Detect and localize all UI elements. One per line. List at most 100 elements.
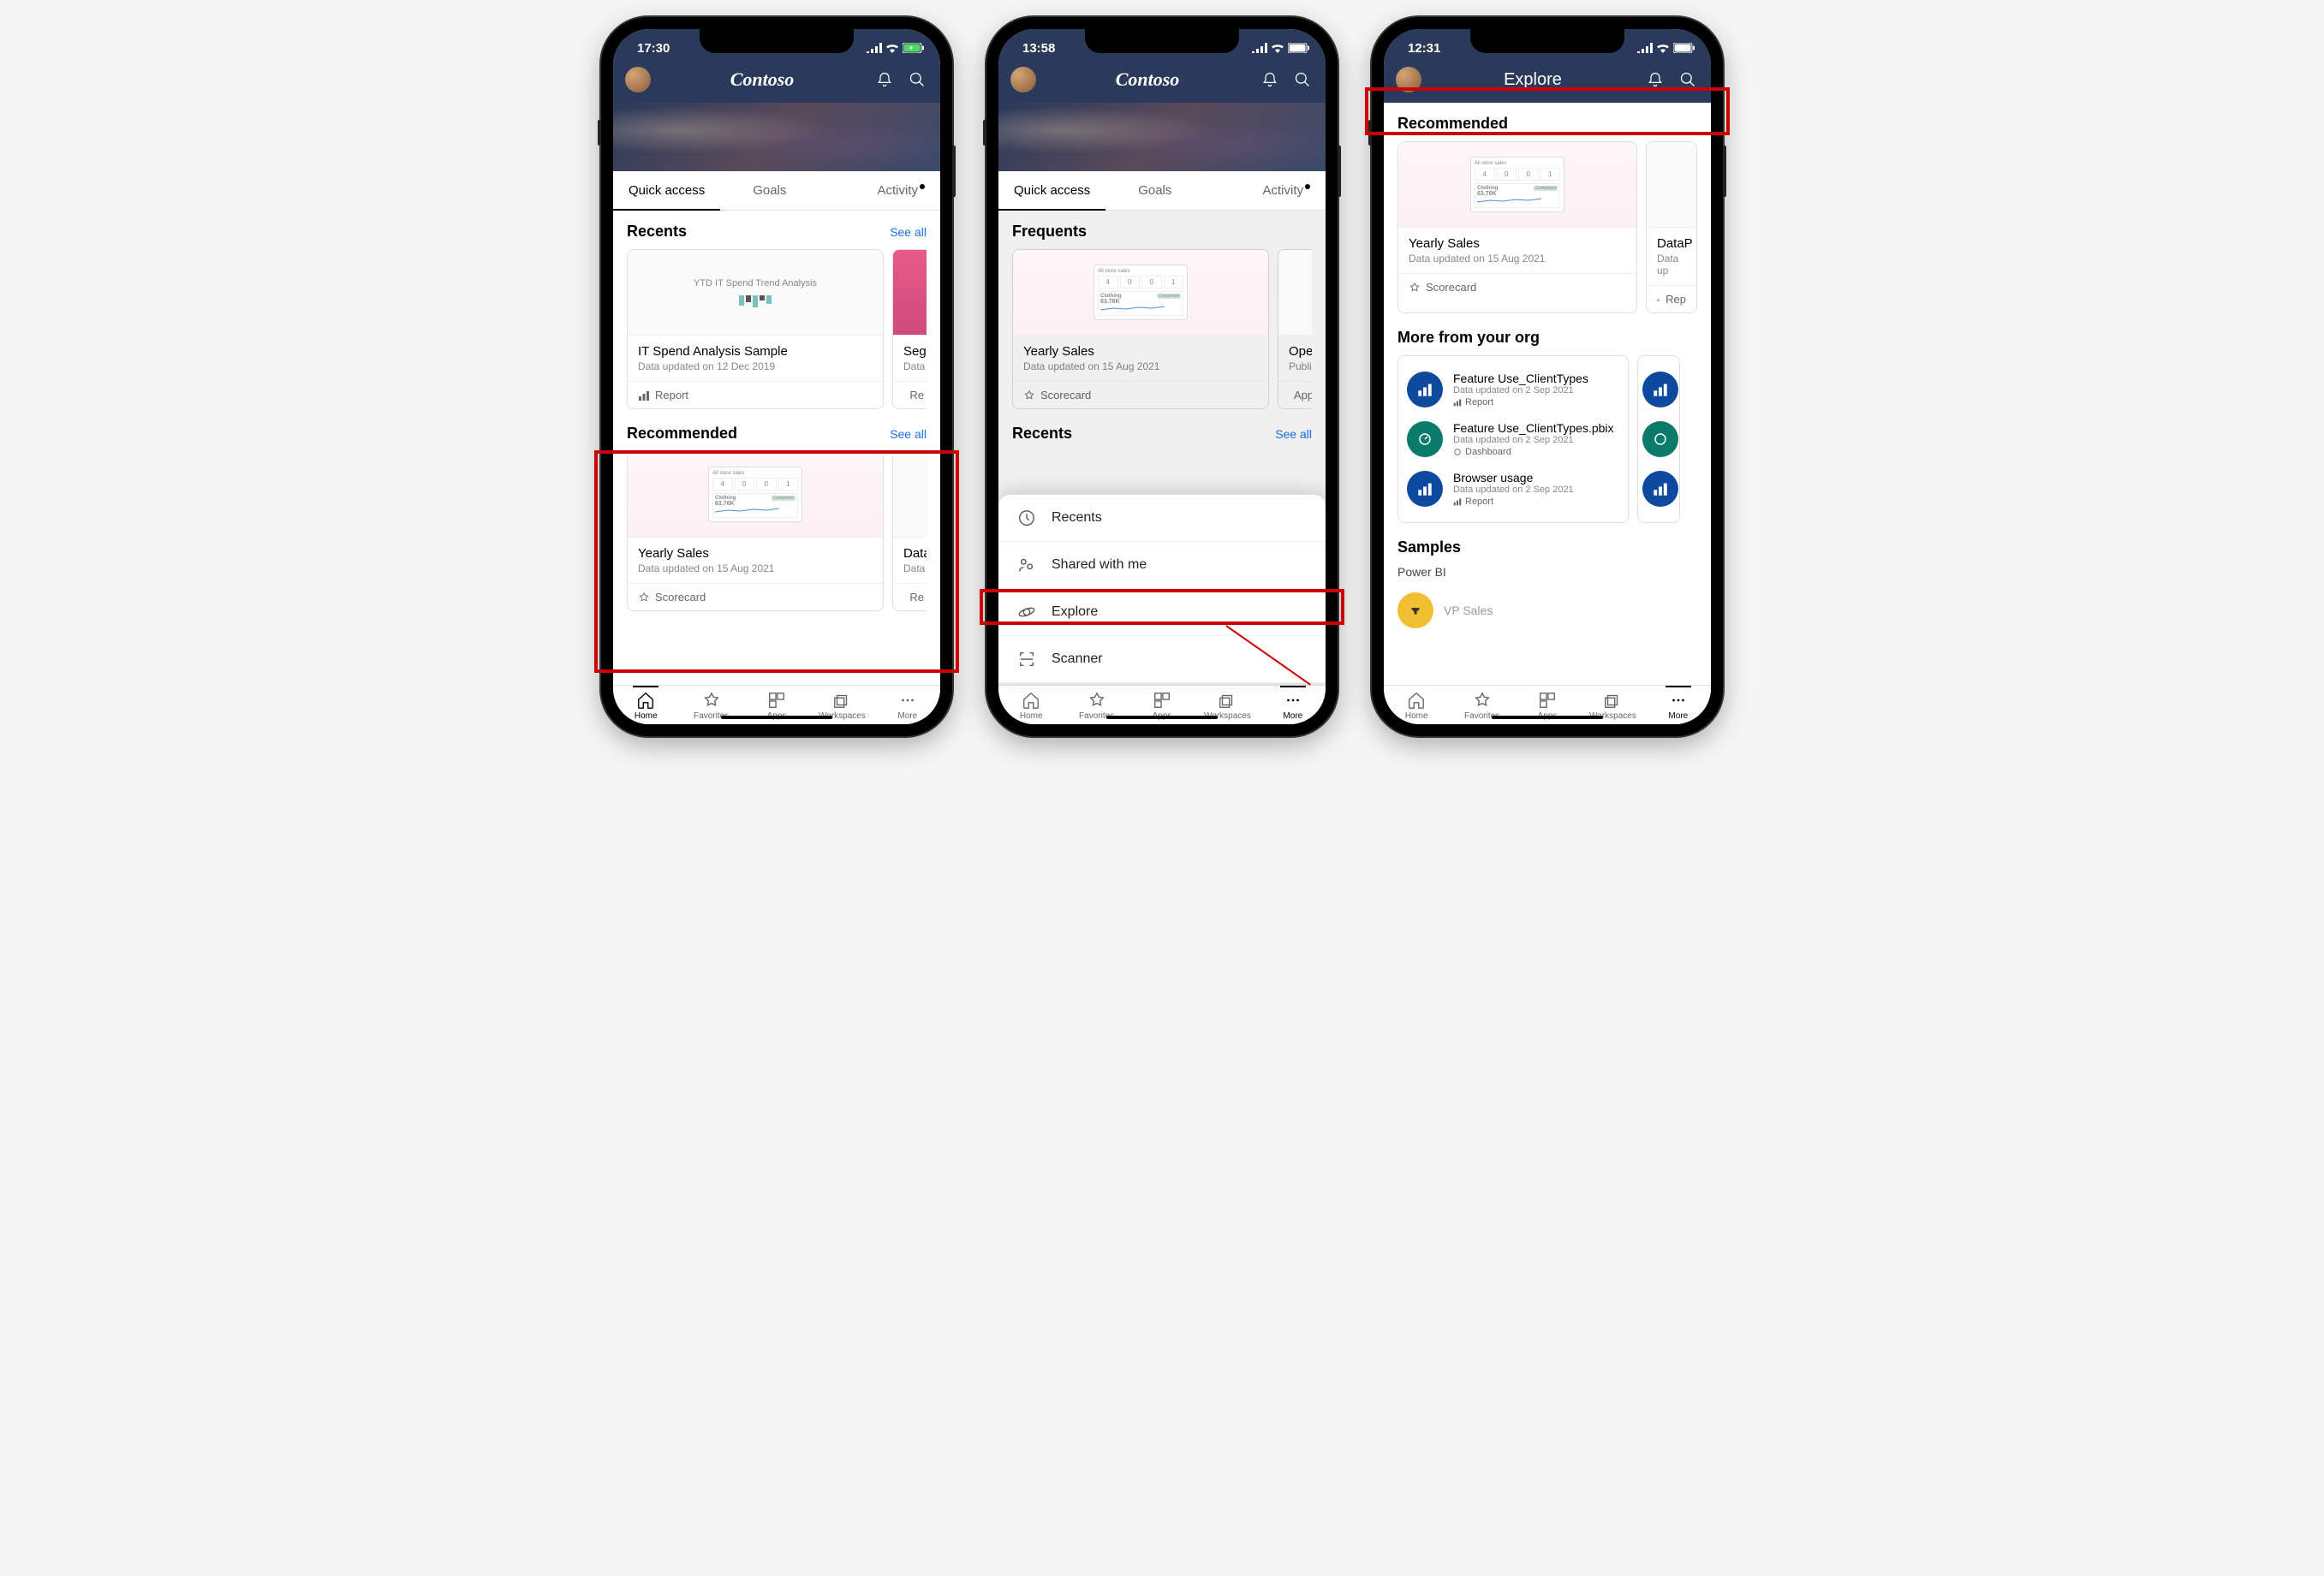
see-all-link[interactable]: See all [1275,427,1312,441]
nav-home[interactable]: Home [613,691,678,721]
org-item[interactable] [1642,365,1675,414]
content-area: Recents See all YTD IT Spend Trend Analy… [613,211,940,685]
status-icons [1637,43,1695,53]
org-item[interactable]: Browser usage Data updated on 2 Sep 2021… [1407,464,1619,514]
recommended-card[interactable]: All store sales 4 0 0 1 ClothingComplete… [1397,141,1637,313]
status-time: 17:30 [637,41,670,56]
section-title: Recents [1012,425,1072,443]
card-subtitle: Data up [1657,253,1686,277]
frequent-card[interactable]: Opera Publish App [1278,249,1312,409]
item-subtitle: Data updated on 2 Sep 2021 [1453,385,1619,395]
avatar[interactable] [625,67,651,92]
dashboard-badge-icon [1407,421,1443,457]
signal-icon [1252,43,1267,53]
recommended-card[interactable]: Data Data Re [892,451,927,611]
card-subtitle: Data updated on 12 Dec 2019 [638,360,873,372]
org-item[interactable]: Feature Use_ClientTypes Data updated on … [1407,365,1619,414]
section-frequents: Frequents All store sales 4 0 0 1 [998,211,1326,413]
frequent-card[interactable]: All store sales 4 0 0 1 ClothingComplete… [1012,249,1269,409]
signal-icon [867,43,882,53]
section-recents: Recents See all YTD IT Spend Trend Analy… [613,211,940,413]
apps-icon [767,691,786,710]
section-recommended: Recommended All store sales 4 0 0 1 [1384,103,1711,317]
section-samples: Samples Power BI VP Sales [1384,526,1711,639]
notification-bell-icon[interactable] [1259,68,1281,91]
sheet-item-shared[interactable]: Shared with me [998,542,1326,589]
notification-bell-icon[interactable] [1644,68,1666,91]
card-thumbnail [893,250,927,336]
recommended-card[interactable]: DataP Data up Rep [1646,141,1697,313]
scorecard-thumb: All store sales 4 0 0 1 ClothingComplete… [708,467,802,522]
report-icon [1453,497,1462,506]
tab-activity[interactable]: Activity [1247,171,1326,210]
card-type: Report [628,381,883,408]
tab-activity[interactable]: Activity [861,171,940,210]
card-type: Re [893,583,927,610]
nav-home[interactable]: Home [998,691,1064,721]
tab-quick-access[interactable]: Quick access [613,171,720,210]
star-icon [1473,691,1492,710]
status-icons [867,43,925,53]
avatar[interactable] [1396,67,1421,92]
nav-more[interactable]: More [875,691,940,721]
sheet-item-recents[interactable]: Recents [998,495,1326,542]
notch [700,29,854,53]
more-icon [1284,691,1302,710]
report-icon [903,390,904,401]
home-icon [636,691,655,710]
search-icon[interactable] [906,68,928,91]
tab-quick-access[interactable]: Quick access [998,171,1105,210]
recent-card[interactable]: Seg Data Re [892,249,927,409]
nav-home[interactable]: Home [1384,691,1449,721]
search-icon[interactable] [1677,68,1699,91]
signal-icon [1637,43,1653,53]
org-item[interactable] [1642,414,1675,464]
home-indicator [1492,716,1603,719]
battery-icon [1288,43,1310,53]
sample-item[interactable]: VP Sales [1397,586,1697,635]
battery-icon [1673,43,1695,53]
org-item[interactable] [1642,464,1675,514]
notch [1470,29,1624,53]
star-icon [702,691,721,710]
avatar[interactable] [1010,67,1036,92]
wifi-icon [885,43,899,53]
card-type: Scorecard [1013,381,1268,408]
home-indicator [721,716,832,719]
card-type: Scorecard [1398,273,1636,300]
card-subtitle: Data [903,360,924,372]
see-all-link[interactable]: See all [890,427,927,441]
shared-icon [1017,556,1036,574]
report-badge-icon [1407,372,1443,407]
see-all-link[interactable]: See all [890,225,927,239]
item-type: Report [1453,497,1619,507]
section-title: Recents [627,223,687,241]
dashboard-badge-icon [1642,421,1678,457]
workspaces-icon [832,691,851,710]
section-recommended: Recommended See all All store sales 4 0 … [613,413,940,615]
nav-more[interactable]: More [1260,691,1326,721]
card-title: Seg [903,344,924,359]
more-icon [1669,691,1688,710]
tab-goals[interactable]: Goals [1123,171,1187,210]
nav-more[interactable]: More [1646,691,1711,721]
sample-badge-icon [1397,592,1433,628]
org-item[interactable]: Feature Use_ClientTypes.pbix Data update… [1407,414,1619,464]
battery-charging-icon [903,43,925,53]
section-title: Recommended [627,425,737,443]
item-subtitle: Data updated on 2 Sep 2021 [1453,485,1619,495]
item-title: Feature Use_ClientTypes.pbix [1453,421,1619,435]
item-type: Dashboard [1453,447,1619,457]
notification-bell-icon[interactable] [873,68,896,91]
app-title: Explore [1432,70,1634,90]
recommended-card[interactable]: All store sales 4 0 0 1 ClothingComplete… [627,451,884,611]
card-title: Opera [1289,344,1309,359]
more-icon [898,691,917,710]
scorecard-thumb: All store sales 4 0 0 1 ClothingComplete… [1093,265,1188,320]
recent-card[interactable]: YTD IT Spend Trend Analysis [627,249,884,409]
section-title: Recommended [1397,115,1508,133]
tab-goals[interactable]: Goals [737,171,801,210]
card-thumbnail: All store sales 4 0 0 1 ClothingComplete… [628,452,883,538]
sheet-item-explore[interactable]: Explore [998,589,1326,636]
search-icon[interactable] [1291,68,1314,91]
